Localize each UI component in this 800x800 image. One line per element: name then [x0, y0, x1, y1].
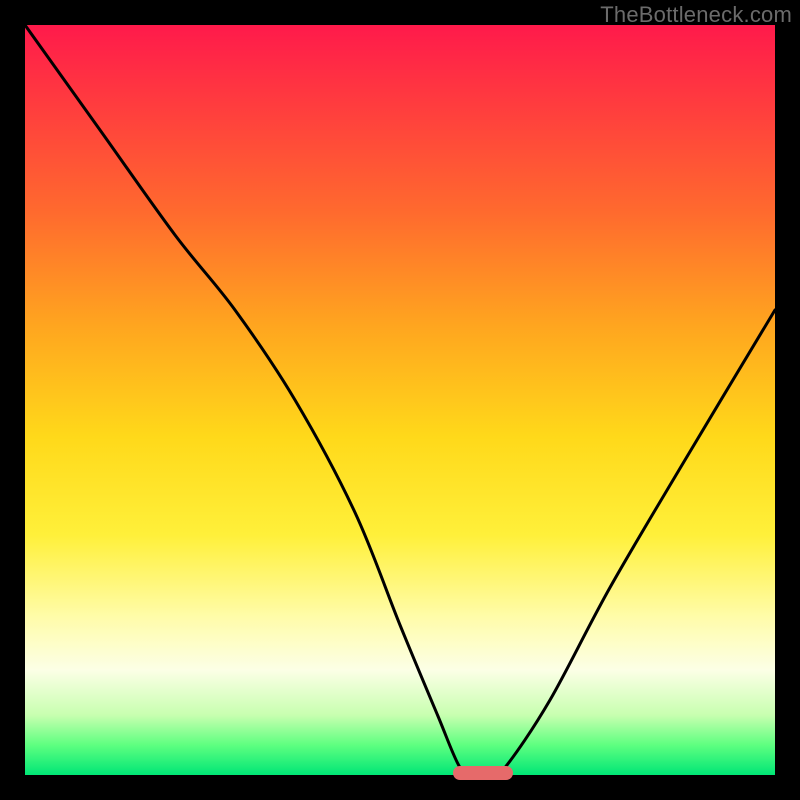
optimal-range-marker: [453, 766, 513, 780]
bottleneck-curve: [25, 25, 775, 775]
chart-plot-area: [25, 25, 775, 775]
watermark-text: TheBottleneck.com: [600, 2, 792, 28]
